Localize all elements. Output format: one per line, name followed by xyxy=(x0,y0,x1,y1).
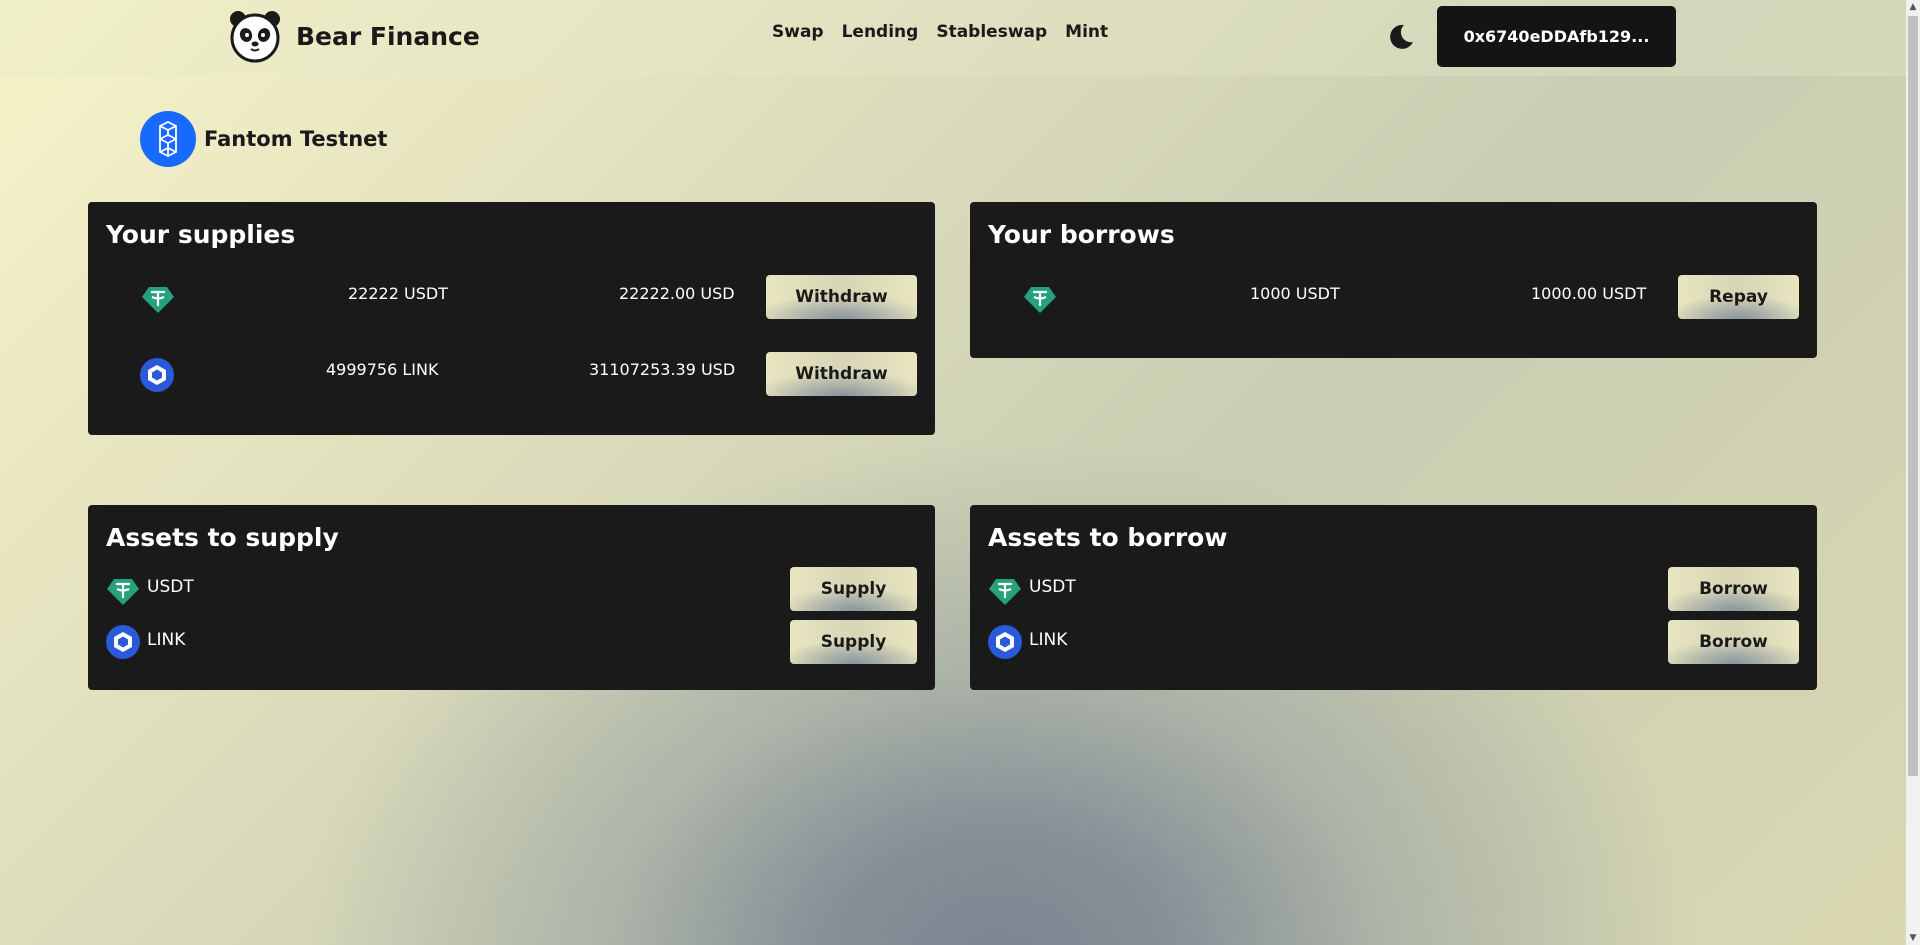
your-supplies-panel: Your supplies 22222 USDT 22222.00 USD Wi… xyxy=(88,202,935,435)
asset-symbol: USDT xyxy=(147,577,194,597)
asset-symbol: LINK xyxy=(147,630,186,650)
borrow-value: 1000.00 USDT xyxy=(1531,284,1647,303)
asset-symbol: LINK xyxy=(1029,630,1068,650)
asset-symbol: USDT xyxy=(1029,577,1076,597)
panda-logo-icon xyxy=(230,11,280,63)
main-nav: Swap Lending Stableswap Mint xyxy=(772,22,1108,42)
panel-title: Your borrows xyxy=(988,220,1175,249)
link-icon xyxy=(106,625,140,659)
page-scrollbar[interactable]: ▲ ▼ xyxy=(1906,0,1920,945)
borrow-amount: 1000 USDT xyxy=(1250,284,1340,303)
your-borrows-panel: Your borrows 1000 USDT 1000.00 USDT Repa… xyxy=(970,202,1817,358)
brand-name: Bear Finance xyxy=(296,21,480,51)
assets-to-supply-panel: Assets to supply USDT Supply LINK Supply xyxy=(88,505,935,690)
nav-swap[interactable]: Swap xyxy=(772,22,824,42)
supply-value: 31107253.39 USD xyxy=(589,360,736,379)
usdt-icon xyxy=(1024,287,1056,313)
repay-usdt-button[interactable]: Repay xyxy=(1678,275,1799,319)
nav-lending[interactable]: Lending xyxy=(842,22,919,42)
wallet-address-button[interactable]: 0x6740eDDAfb129... xyxy=(1437,6,1676,67)
network-indicator: Fantom Testnet xyxy=(140,111,387,167)
withdraw-link-button[interactable]: Withdraw xyxy=(766,352,917,396)
assets-to-borrow-panel: Assets to borrow USDT Borrow LINK Borrow xyxy=(970,505,1817,690)
top-navbar: Bear Finance Swap Lending Stableswap Min… xyxy=(0,0,1906,76)
nav-stableswap[interactable]: Stableswap xyxy=(936,22,1047,42)
scrollbar-thumb[interactable] xyxy=(1908,16,1918,776)
link-icon xyxy=(988,625,1022,659)
nav-mint[interactable]: Mint xyxy=(1065,22,1108,42)
panel-title: Your supplies xyxy=(106,220,296,249)
supply-link-button[interactable]: Supply xyxy=(790,620,917,664)
usdt-icon xyxy=(142,287,174,313)
scroll-down-arrow-icon[interactable]: ▼ xyxy=(1906,931,1920,945)
panel-title: Assets to borrow xyxy=(988,523,1228,552)
dark-mode-moon-icon[interactable] xyxy=(1386,22,1416,52)
supply-amount: 4999756 LINK xyxy=(326,360,439,379)
link-icon xyxy=(140,358,174,392)
panel-title: Assets to supply xyxy=(106,523,339,552)
borrow-usdt-button[interactable]: Borrow xyxy=(1668,567,1799,611)
scroll-up-arrow-icon[interactable]: ▲ xyxy=(1906,0,1920,14)
supply-amount: 22222 USDT xyxy=(348,284,448,303)
borrow-link-button[interactable]: Borrow xyxy=(1668,620,1799,664)
supply-value: 22222.00 USD xyxy=(619,284,735,303)
network-name: Fantom Testnet xyxy=(204,127,388,151)
brand-logo-link[interactable]: Bear Finance xyxy=(228,9,480,63)
supply-usdt-button[interactable]: Supply xyxy=(790,567,917,611)
usdt-icon xyxy=(107,579,139,605)
usdt-icon xyxy=(989,579,1021,605)
fantom-network-icon xyxy=(140,111,196,167)
withdraw-usdt-button[interactable]: Withdraw xyxy=(766,275,917,319)
